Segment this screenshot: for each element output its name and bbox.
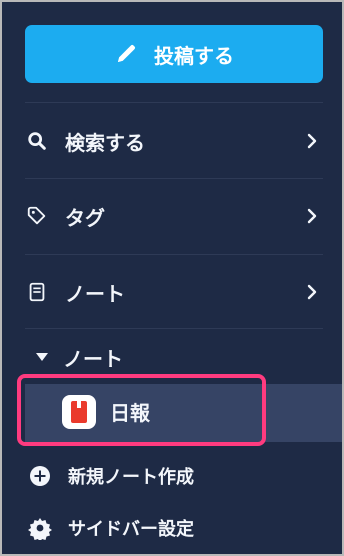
new-note-button[interactable]: 新規ノート作成 [28,462,194,490]
book-icon [25,280,49,304]
red-book-icon [62,395,96,429]
menu-item-tag[interactable]: タグ [25,201,323,231]
divider [25,178,323,179]
divider [25,328,323,329]
chevron-right-icon [303,132,321,150]
divider [25,254,323,255]
search-icon [25,129,49,153]
sidebar-settings-label: サイドバー設定 [68,519,194,540]
post-button[interactable]: 投稿する [25,25,323,83]
notes-section-label: ノート [63,346,123,371]
sidebar-settings-button[interactable]: サイドバー設定 [28,514,194,542]
notes-section-header[interactable]: ノート [33,343,123,371]
pencil-icon [114,42,138,66]
divider [25,102,323,103]
menu-item-notes[interactable]: ノート [25,277,323,307]
note-title: 日報 [110,401,150,425]
menu-item-label: タグ [65,205,105,230]
gear-icon [28,516,52,540]
menu-item-search[interactable]: 検索する [25,126,323,156]
sidebar-panel: 投稿する 検索する タグ ノート ノート 日報 新規ノート作成 サイドバー設定 [0,0,344,556]
new-note-label: 新規ノート作成 [68,467,194,488]
plus-circle-icon [28,464,52,488]
chevron-right-icon [303,207,321,225]
caret-down-icon [33,348,51,366]
menu-item-label: 検索する [65,130,145,155]
post-button-label: 投稿する [154,43,234,68]
chevron-right-icon [303,283,321,301]
tag-icon [25,204,49,228]
menu-item-label: ノート [65,281,125,306]
